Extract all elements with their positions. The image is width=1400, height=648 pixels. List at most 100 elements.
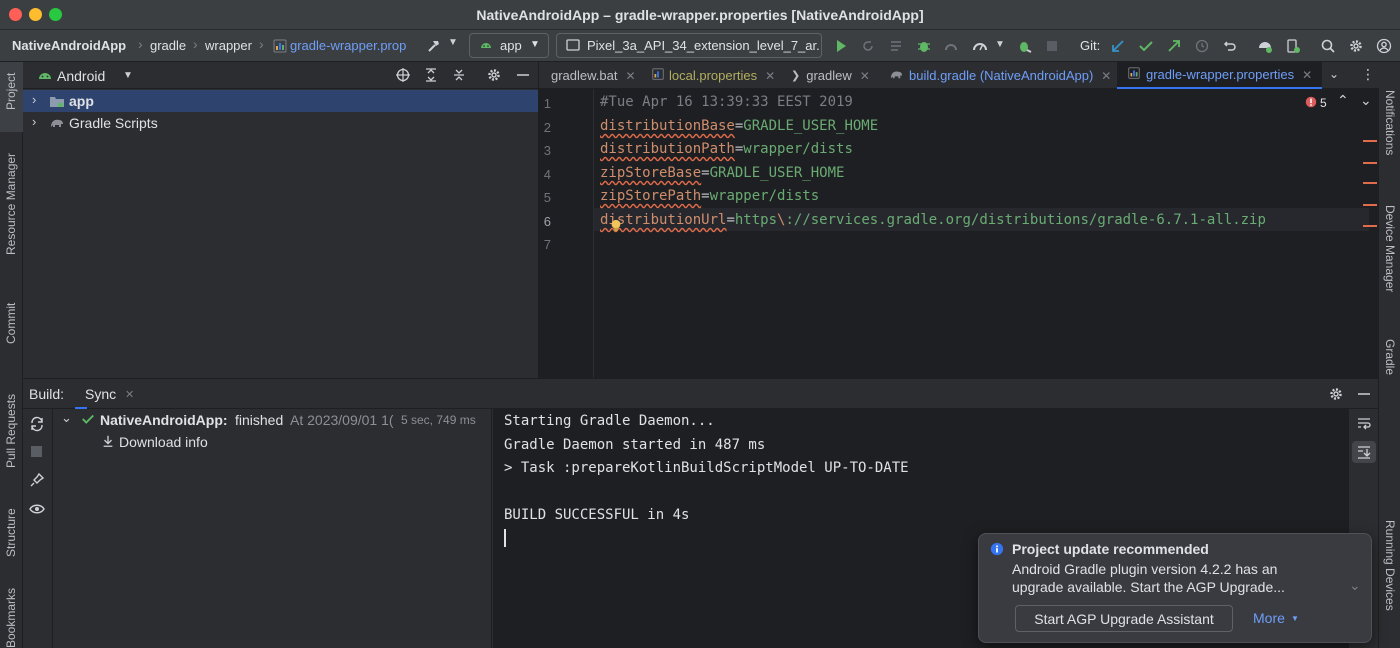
property-value: wrapper/dists bbox=[709, 188, 820, 204]
tool-window-device-manager[interactable]: Device Manager bbox=[1383, 205, 1397, 292]
build-tree-root[interactable]: ⌄ NativeAndroidApp: finished At 2023/09/… bbox=[53, 409, 492, 431]
error-stripe-mark[interactable] bbox=[1363, 162, 1377, 164]
rerun-icon[interactable] bbox=[858, 36, 878, 56]
tool-window-bookmarks[interactable]: Bookmarks bbox=[4, 588, 18, 648]
chevron-down-icon[interactable]: ▼ bbox=[995, 39, 1005, 50]
error-count[interactable]: 5 bbox=[1320, 96, 1327, 110]
project-view-selector[interactable]: Android bbox=[57, 68, 105, 84]
build-side-toolbar bbox=[23, 409, 53, 648]
git-update-icon[interactable] bbox=[1108, 36, 1128, 56]
tab-sync[interactable]: Sync ✕ bbox=[75, 379, 134, 409]
error-stripe-mark[interactable] bbox=[1363, 182, 1377, 184]
gear-icon[interactable] bbox=[1328, 386, 1344, 405]
build-root-status: finished bbox=[235, 412, 284, 428]
close-icon[interactable]: ✕ bbox=[1101, 69, 1111, 83]
close-icon[interactable]: ✕ bbox=[860, 69, 870, 83]
apply-changes-icon[interactable] bbox=[886, 36, 906, 56]
run-icon[interactable] bbox=[831, 36, 851, 56]
history-icon[interactable] bbox=[1192, 36, 1212, 56]
tool-window-pull-requests[interactable]: Pull Requests bbox=[4, 394, 18, 468]
device-mirror-icon[interactable] bbox=[1255, 36, 1275, 56]
error-stripe-mark[interactable] bbox=[1363, 225, 1377, 227]
close-icon[interactable]: ✕ bbox=[626, 69, 636, 83]
build-tree-child[interactable]: Download info bbox=[53, 431, 492, 453]
rollback-icon[interactable] bbox=[1220, 36, 1240, 56]
soft-wrap-icon[interactable] bbox=[1356, 416, 1372, 435]
code-line-1[interactable]: #Tue Apr 16 13:39:33 EEST 2019 bbox=[600, 94, 853, 110]
tool-window-commit[interactable]: Commit bbox=[4, 303, 18, 344]
chevron-down-icon[interactable]: ▼ bbox=[123, 70, 133, 81]
code-line-2[interactable]: distributionBase=GRADLE_USER_HOME bbox=[600, 118, 878, 134]
close-icon[interactable]: ✕ bbox=[125, 388, 134, 401]
tree-item-app[interactable]: › app bbox=[23, 90, 538, 112]
device-manager-icon[interactable] bbox=[1283, 36, 1303, 56]
locate-icon[interactable] bbox=[395, 67, 411, 86]
stop-icon[interactable] bbox=[1042, 36, 1062, 56]
tab-gradle-wrapper-properties[interactable]: gradle-wrapper.properties ✕ bbox=[1117, 62, 1323, 89]
lightbulb-icon[interactable] bbox=[609, 218, 623, 237]
tab-local-properties[interactable]: local.properties ✕ bbox=[651, 62, 775, 89]
tab-label: gradlew.bat bbox=[551, 68, 618, 83]
code-line-6[interactable]: distributionUrl=https\://services.gradle… bbox=[600, 212, 1266, 228]
close-icon[interactable]: ✕ bbox=[1302, 68, 1312, 82]
minimize-icon[interactable] bbox=[515, 67, 531, 86]
code-line-4[interactable]: zipStoreBase=GRADLE_USER_HOME bbox=[600, 165, 844, 181]
collapse-all-icon[interactable] bbox=[451, 67, 467, 86]
chevron-right-icon[interactable]: › bbox=[32, 114, 36, 129]
scroll-to-end-toggle[interactable] bbox=[1352, 441, 1376, 463]
run-config-label: app bbox=[500, 38, 522, 53]
breadcrumb-wrapper[interactable]: wrapper bbox=[205, 38, 252, 53]
profiler-icon[interactable] bbox=[970, 36, 990, 56]
code-line-3[interactable]: distributionPath=wrapper/dists bbox=[600, 141, 853, 157]
hammer-icon[interactable] bbox=[424, 36, 444, 56]
close-icon[interactable]: ✕ bbox=[765, 69, 775, 83]
tool-window-gradle[interactable]: Gradle bbox=[1383, 339, 1397, 375]
tool-window-project[interactable]: Project bbox=[4, 73, 18, 110]
chevron-down-icon[interactable]: ▼ bbox=[448, 37, 458, 48]
attach-debugger-icon[interactable] bbox=[1014, 36, 1034, 56]
start-agp-upgrade-button[interactable]: Start AGP Upgrade Assistant bbox=[1015, 605, 1233, 632]
minimize-icon[interactable] bbox=[1356, 386, 1372, 405]
error-stripe-mark[interactable] bbox=[1363, 204, 1377, 206]
tab-build-gradle[interactable]: build.gradle (NativeAndroidApp) ✕ bbox=[889, 62, 1111, 89]
tab-gradlew[interactable]: ❯ gradlew ✕ bbox=[791, 62, 870, 89]
gear-icon[interactable] bbox=[1346, 36, 1366, 56]
breadcrumb-project[interactable]: NativeAndroidApp bbox=[12, 38, 126, 53]
tool-window-structure[interactable]: Structure bbox=[4, 508, 18, 557]
account-icon[interactable] bbox=[1374, 36, 1394, 56]
more-vertical-icon[interactable]: ⋮ bbox=[1361, 66, 1375, 83]
error-stripe-mark[interactable] bbox=[1363, 140, 1377, 142]
code-line-5[interactable]: zipStorePath=wrapper/dists bbox=[600, 188, 819, 204]
previous-error-icon[interactable]: ⌃ bbox=[1337, 92, 1349, 109]
more-link[interactable]: More bbox=[1253, 610, 1285, 626]
stop-icon[interactable] bbox=[31, 446, 42, 457]
error-icon[interactable] bbox=[1305, 96, 1317, 111]
chevron-right-icon[interactable]: › bbox=[32, 92, 36, 107]
build-child-label: Download info bbox=[119, 434, 208, 450]
chevron-down-icon[interactable]: ⌄ bbox=[1349, 577, 1361, 594]
pin-icon[interactable] bbox=[29, 472, 45, 491]
git-commit-icon[interactable] bbox=[1136, 36, 1156, 56]
tab-gradlew-bat[interactable]: gradlew.bat ✕ bbox=[551, 62, 636, 89]
tool-window-notifications[interactable]: Notifications bbox=[1383, 90, 1397, 155]
tool-window-resource-manager[interactable]: Resource Manager bbox=[4, 153, 18, 255]
tool-window-running-devices[interactable]: Running Devices bbox=[1383, 520, 1397, 611]
resync-icon[interactable] bbox=[29, 416, 45, 435]
gear-icon[interactable] bbox=[486, 67, 502, 86]
tree-item-gradle-scripts[interactable]: › Gradle Scripts bbox=[23, 112, 538, 134]
debug-icon[interactable] bbox=[914, 36, 934, 56]
profile-icon[interactable] bbox=[941, 36, 961, 56]
run-config-dropdown[interactable]: app ▼ bbox=[469, 33, 549, 58]
next-error-icon[interactable]: ⌄ bbox=[1360, 92, 1372, 109]
breadcrumb-file[interactable]: gradle-wrapper.prop bbox=[290, 38, 412, 53]
expand-all-icon[interactable] bbox=[423, 67, 439, 86]
breadcrumb-gradle[interactable]: gradle bbox=[150, 38, 186, 53]
search-icon[interactable] bbox=[1318, 36, 1338, 56]
eye-icon[interactable] bbox=[29, 501, 45, 520]
chevron-down-icon[interactable]: ⌄ bbox=[61, 410, 72, 426]
git-push-icon[interactable] bbox=[1164, 36, 1184, 56]
line-number: 2 bbox=[543, 120, 551, 135]
chevron-down-icon[interactable]: ▼ bbox=[1291, 614, 1299, 623]
chevron-down-icon[interactable]: ⌄ bbox=[1329, 67, 1339, 81]
device-dropdown[interactable]: Pixel_3a_API_34_extension_level_7_ar... bbox=[556, 33, 822, 58]
